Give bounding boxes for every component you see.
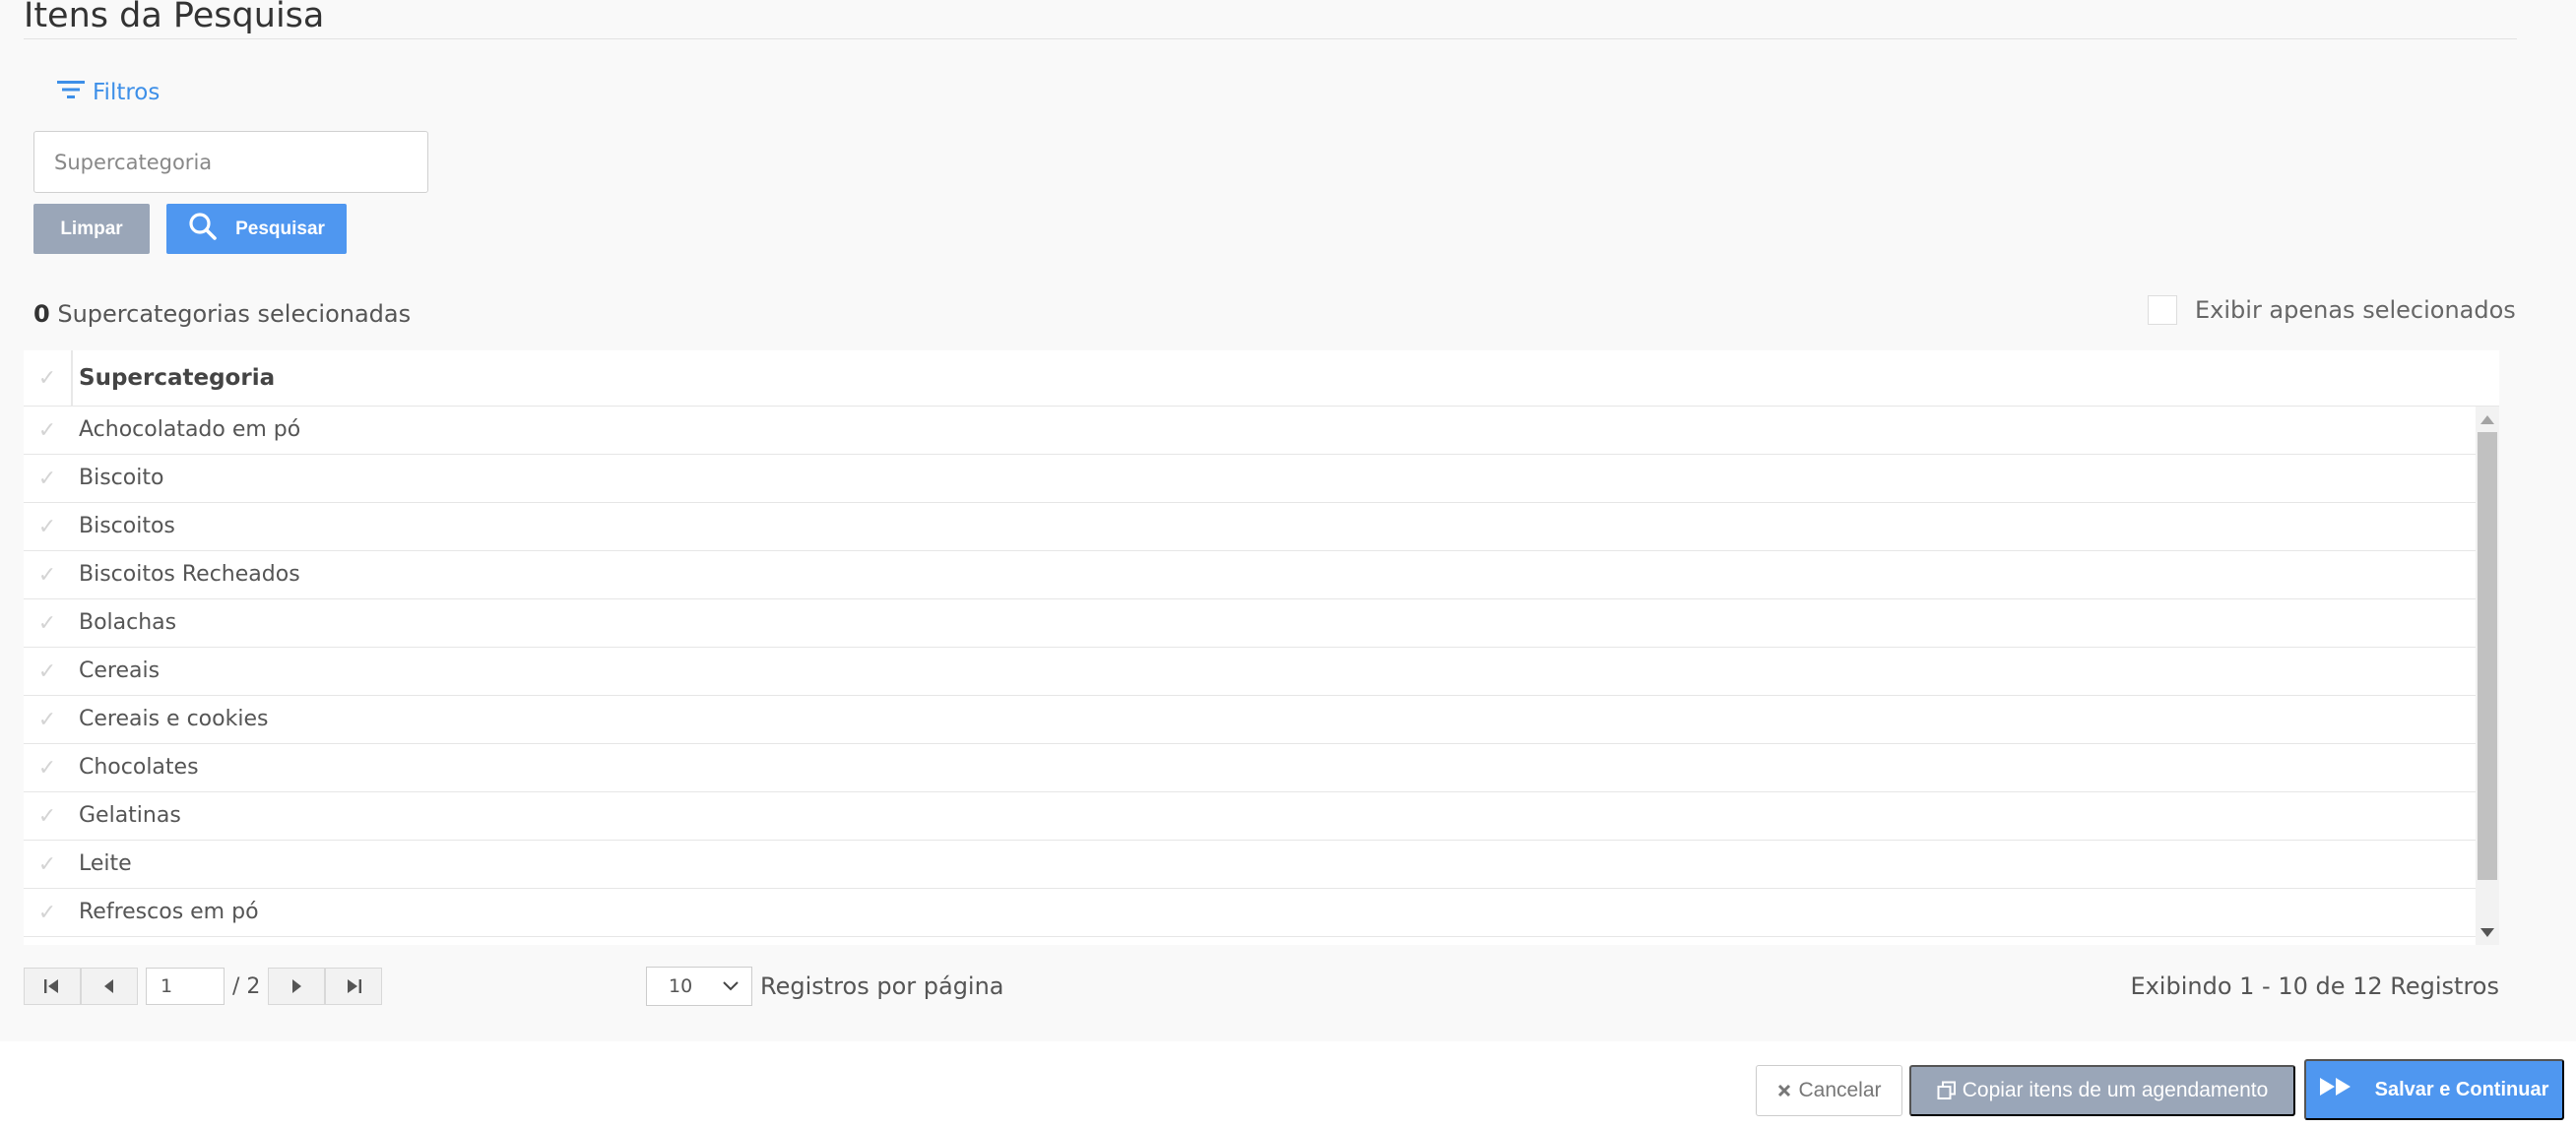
show-only-selected-label: Exibir apenas selecionados: [2195, 296, 2516, 324]
page-size-control: 10 Registros por página: [646, 967, 1004, 1006]
copy-icon: [1937, 1081, 1957, 1100]
table-row[interactable]: ✓ Chocolates: [24, 744, 2476, 792]
row-check-icon[interactable]: ✓: [24, 744, 71, 791]
close-icon: [1776, 1083, 1792, 1098]
next-page-icon[interactable]: [268, 968, 326, 1005]
table-row[interactable]: ✓ Leite: [24, 841, 2476, 889]
table-row[interactable]: ✓ Achocolatado em pó: [24, 407, 2476, 455]
grid-header: ✓ Supercategoria: [24, 350, 2499, 407]
supercategory-cell: Leite: [79, 851, 132, 876]
row-check-icon[interactable]: ✓: [24, 792, 71, 840]
pager-back-group: [24, 968, 138, 1005]
row-check-icon[interactable]: ✓: [24, 696, 71, 743]
fast-forward-icon: [2319, 1077, 2375, 1102]
supercategory-cell: Biscoitos: [79, 514, 175, 538]
grid-body: ✓ Achocolatado em pó ✓ Biscoito ✓ Biscoitos…: [24, 407, 2476, 945]
clear-button[interactable]: Limpar: [33, 204, 150, 254]
row-check-icon[interactable]: ✓: [24, 599, 71, 647]
search-icon: [188, 212, 235, 247]
first-page-icon[interactable]: [24, 968, 81, 1005]
cancel-button[interactable]: Cancelar: [1756, 1065, 1902, 1116]
pagination: / 2: [24, 967, 383, 1006]
grid-scrollbar[interactable]: [2476, 407, 2499, 945]
copy-schedule-items-button[interactable]: Copiar itens de um agendamento: [1909, 1065, 2295, 1116]
previous-page-icon[interactable]: [81, 968, 138, 1005]
page-title: Itens da Pesquisa: [24, 0, 325, 35]
page-size-value: 10: [669, 975, 693, 997]
supercategory-cell: Biscoito: [79, 466, 164, 490]
scroll-up-arrow-icon[interactable]: [2476, 407, 2499, 432]
page-number-input[interactable]: [146, 968, 225, 1005]
show-only-selected-toggle[interactable]: Exibir apenas selecionados: [2148, 295, 2516, 325]
table-row[interactable]: ✓S: [24, 937, 2476, 945]
search-button[interactable]: Pesquisar: [166, 204, 347, 254]
supercategory-cell: Refrescos em pó: [79, 900, 259, 924]
row-check-icon[interactable]: ✓: [24, 937, 71, 945]
table-row[interactable]: ✓ Cereais e cookies: [24, 696, 2476, 744]
row-check-icon[interactable]: ✓: [24, 889, 71, 936]
filters-toggle[interactable]: Filtros: [57, 79, 160, 106]
search-button-label: Pesquisar: [235, 218, 325, 239]
supercategory-grid: ✓ Supercategoria ✓ Achocolatado em pó ✓ Bi…: [24, 350, 2499, 945]
column-header-supercategory[interactable]: Supercategoria: [79, 350, 275, 406]
supercategory-cell: Cereais: [79, 658, 161, 683]
save-label: Salvar e Continuar: [2374, 1078, 2549, 1100]
scrollbar-thumb[interactable]: [2478, 432, 2497, 880]
record-info: Exibindo 1 - 10 de 12 Registros: [2130, 972, 2499, 1000]
supercategory-cell: Chocolates: [79, 755, 199, 780]
row-check-icon[interactable]: ✓: [24, 551, 71, 598]
selected-count-label: Supercategorias selecionadas: [57, 300, 412, 328]
pager-forward-group: [268, 968, 383, 1005]
row-check-icon[interactable]: ✓: [24, 648, 71, 695]
page-size-select[interactable]: 10: [646, 967, 752, 1006]
row-check-icon[interactable]: ✓: [24, 455, 71, 502]
cancel-label: Cancelar: [1798, 1079, 1882, 1101]
filter-icon: [57, 79, 93, 106]
last-page-icon[interactable]: [325, 968, 383, 1005]
supercategory-cell: S: [79, 937, 93, 945]
scroll-down-arrow-icon[interactable]: [2476, 919, 2499, 945]
table-row[interactable]: ✓ Bolachas: [24, 599, 2476, 648]
page-size-label: Registros por página: [760, 972, 1004, 1000]
save-and-continue-button[interactable]: Salvar e Continuar: [2304, 1059, 2564, 1120]
selected-count: 0 Supercategorias selecionadas: [33, 300, 411, 328]
select-all-check-icon[interactable]: ✓: [24, 350, 71, 406]
table-row[interactable]: ✓ Cereais: [24, 648, 2476, 696]
total-pages: / 2: [232, 973, 261, 999]
chevron-down-icon: [722, 975, 740, 997]
copy-label: Copiar itens de um agendamento: [1962, 1079, 2269, 1101]
row-check-icon[interactable]: ✓: [24, 503, 71, 550]
table-row[interactable]: ✓ Refrescos em pó: [24, 889, 2476, 937]
supercategory-cell: Cereais e cookies: [79, 707, 269, 731]
supercategory-search-input[interactable]: [33, 131, 428, 193]
row-check-icon[interactable]: ✓: [24, 841, 71, 888]
table-row[interactable]: ✓ Biscoitos: [24, 503, 2476, 551]
supercategory-cell: Achocolatado em pó: [79, 417, 301, 442]
row-check-icon[interactable]: ✓: [24, 407, 71, 454]
table-row[interactable]: ✓ Gelatinas: [24, 792, 2476, 841]
table-row[interactable]: ✓ Biscoito: [24, 455, 2476, 503]
header-divider: [71, 350, 73, 406]
table-row[interactable]: ✓ Biscoitos Recheados: [24, 551, 2476, 599]
selected-count-number: 0: [33, 300, 50, 328]
supercategory-cell: Gelatinas: [79, 803, 181, 828]
show-only-selected-checkbox[interactable]: [2148, 295, 2177, 325]
supercategory-cell: Bolachas: [79, 610, 177, 635]
title-divider: [24, 38, 2517, 39]
supercategory-cell: Biscoitos Recheados: [79, 562, 300, 587]
filters-label: Filtros: [93, 80, 161, 105]
